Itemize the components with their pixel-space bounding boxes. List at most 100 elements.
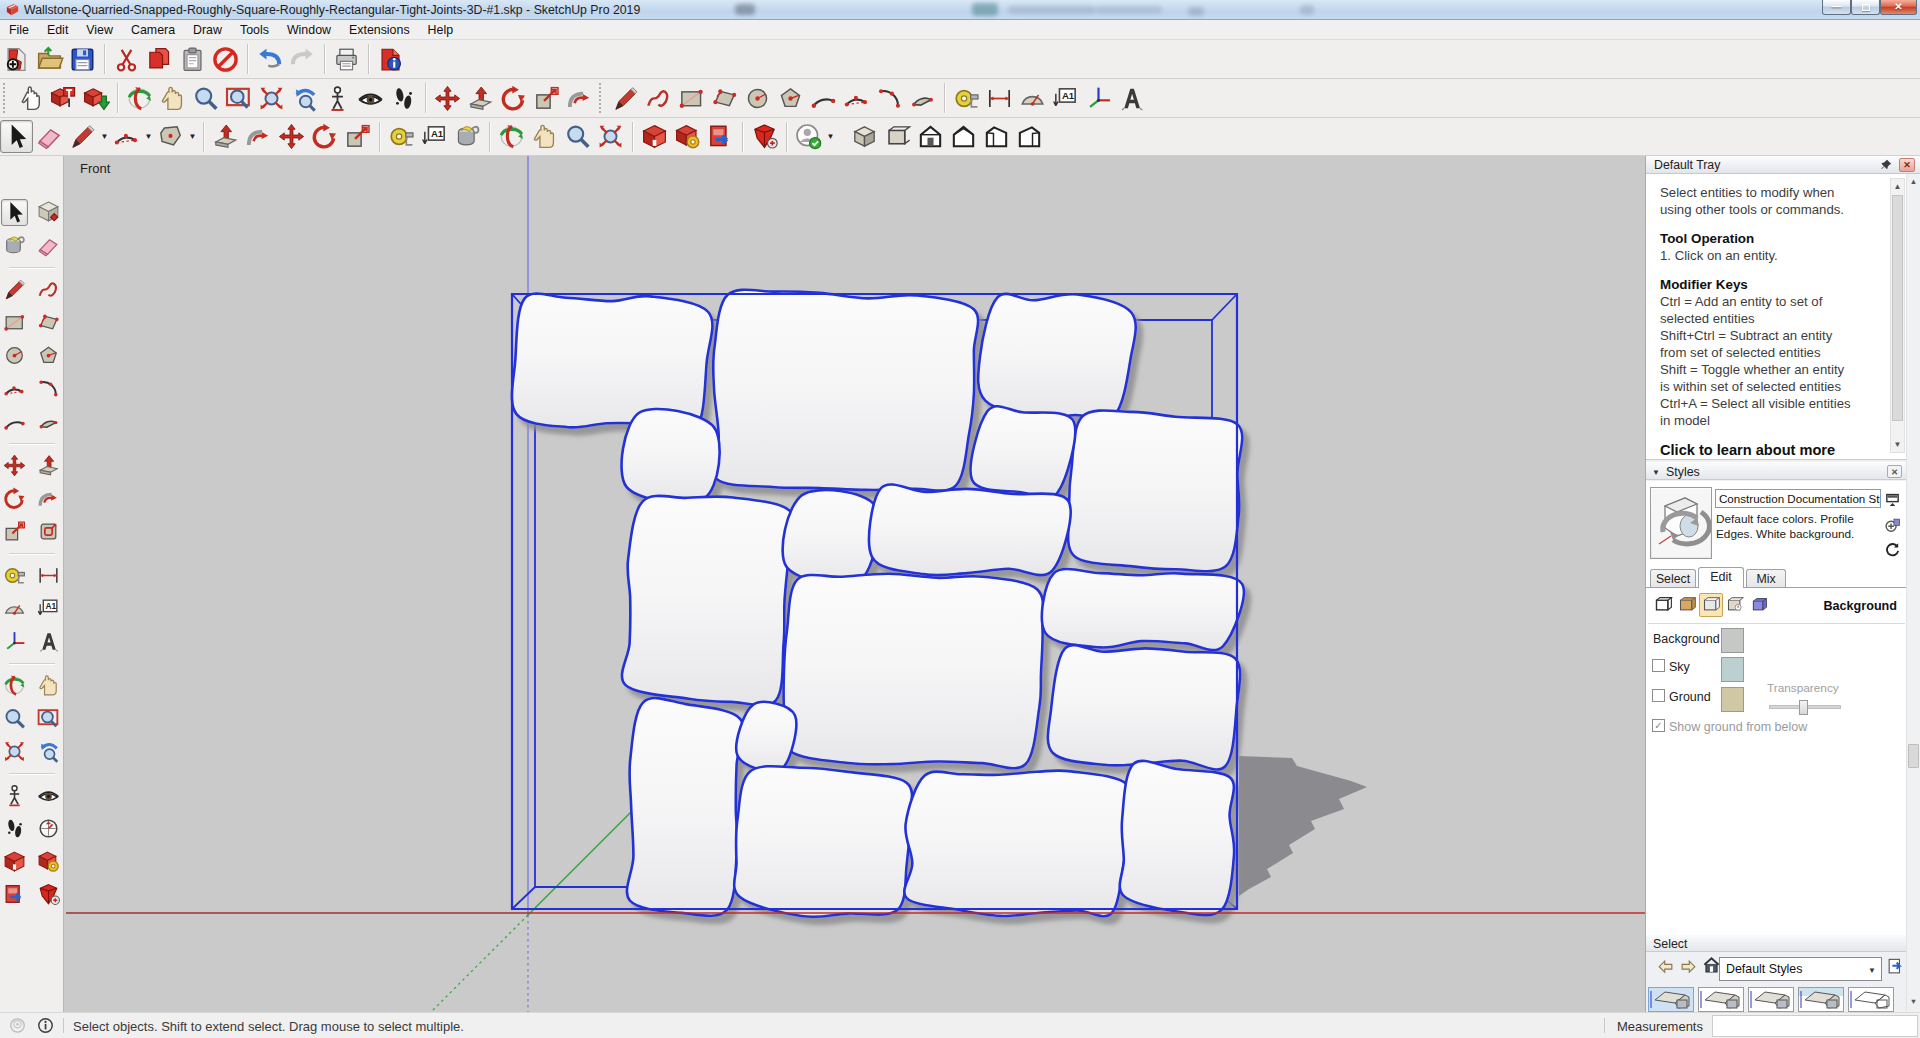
pan-icon[interactable] <box>156 82 189 115</box>
paste-icon[interactable] <box>176 43 209 76</box>
tray-header[interactable]: Default Tray ✕ <box>1646 156 1920 174</box>
orbit-icon[interactable] <box>1 672 28 699</box>
arc-icon[interactable] <box>807 82 840 115</box>
view-left-icon[interactable] <box>980 120 1013 153</box>
view-right-icon[interactable] <box>1013 120 1046 153</box>
warehouse-3d-icon[interactable] <box>638 120 671 153</box>
push-pull-icon[interactable] <box>464 82 497 115</box>
background-color-swatch[interactable] <box>1721 628 1744 653</box>
nav-forward-icon[interactable] <box>1679 958 1698 977</box>
measurements-input[interactable] <box>1712 1015 1918 1037</box>
view-back-icon[interactable] <box>947 120 980 153</box>
tape-measure-icon[interactable] <box>1 562 28 589</box>
zoom-icon[interactable] <box>189 82 222 115</box>
orbit-icon[interactable] <box>495 120 528 153</box>
pie-icon[interactable] <box>35 408 62 435</box>
zoom-previous-icon[interactable] <box>288 82 321 115</box>
tray-scroll-up-icon[interactable]: ▲ <box>1908 176 1919 188</box>
undo-icon[interactable] <box>253 43 286 76</box>
menu-file[interactable]: File <box>0 21 38 39</box>
style-details-icon[interactable] <box>1886 957 1905 976</box>
two-point-arc-icon[interactable] <box>110 120 143 153</box>
menu-tools[interactable]: Tools <box>231 21 278 39</box>
tray-scroll-down-icon[interactable]: ▼ <box>1908 996 1919 1008</box>
dropdown-arrow-icon[interactable]: ▼ <box>99 120 110 153</box>
tray-scroll-thumb[interactable] <box>1908 744 1919 768</box>
rotated-rectangle-icon[interactable] <box>35 309 62 336</box>
scroll-up-icon[interactable]: ▲ <box>1891 180 1904 193</box>
styles-collection-dropdown[interactable]: Default Styles ▼ <box>1719 957 1882 981</box>
stone[interactable] <box>783 490 879 585</box>
look-around-icon[interactable] <box>35 782 62 809</box>
axes-icon[interactable] <box>1 628 28 655</box>
rotate-icon[interactable] <box>1 485 28 512</box>
tab-select[interactable]: Select <box>1650 569 1696 587</box>
pie-icon[interactable] <box>906 82 939 115</box>
print-icon[interactable] <box>330 43 363 76</box>
select-icon[interactable] <box>0 120 33 153</box>
stone[interactable] <box>971 406 1076 498</box>
claim-status-icon[interactable] <box>36 1016 55 1035</box>
line-icon[interactable] <box>609 82 642 115</box>
sky-color-swatch[interactable] <box>1721 657 1744 682</box>
hand-pointer-icon[interactable] <box>13 82 46 115</box>
component-add-icon[interactable] <box>35 881 62 908</box>
make-component-icon[interactable] <box>35 199 62 226</box>
show-ground-checkbox[interactable]: ✓ <box>1652 719 1665 732</box>
zoom-icon[interactable] <box>561 120 594 153</box>
rotated-rectangle-icon[interactable] <box>708 82 741 115</box>
component-add-icon[interactable] <box>748 120 781 153</box>
look-around-icon[interactable] <box>354 82 387 115</box>
rotate-icon[interactable] <box>308 120 341 153</box>
style-thumbnail[interactable] <box>1748 987 1794 1012</box>
collapse-arrow-icon[interactable]: ▼ <box>1652 468 1660 477</box>
layout-icon[interactable] <box>704 120 737 153</box>
push-pull-icon[interactable] <box>35 452 62 479</box>
erase-all-icon[interactable] <box>209 43 242 76</box>
menu-edit[interactable]: Edit <box>38 21 77 39</box>
stone[interactable] <box>1048 645 1240 769</box>
pan-icon[interactable] <box>35 672 62 699</box>
stone[interactable] <box>622 496 794 706</box>
tape-measure-icon[interactable] <box>385 120 418 153</box>
dimension-icon[interactable] <box>983 82 1016 115</box>
zoom-window-icon[interactable] <box>222 82 255 115</box>
turn-around-icon[interactable] <box>35 815 62 842</box>
component-green-icon[interactable] <box>79 82 112 115</box>
stone[interactable] <box>622 409 720 503</box>
polygon-icon[interactable] <box>35 342 62 369</box>
stone[interactable] <box>736 702 796 772</box>
stone[interactable] <box>1120 761 1234 915</box>
orbit-icon[interactable] <box>123 82 156 115</box>
text-icon[interactable]: A1 <box>1049 82 1082 115</box>
rectangle-icon[interactable] <box>675 82 708 115</box>
stone[interactable] <box>978 294 1136 420</box>
copy-icon[interactable] <box>143 43 176 76</box>
follow-me-icon[interactable] <box>242 120 275 153</box>
watermark-settings-icon[interactable] <box>1723 593 1747 617</box>
create-new-style-icon[interactable] <box>1884 517 1901 534</box>
text-icon[interactable]: A1 <box>418 120 451 153</box>
dropdown-arrow-icon[interactable]: ▼ <box>143 120 154 153</box>
nav-back-icon[interactable] <box>1656 958 1675 977</box>
menu-draw[interactable]: Draw <box>184 21 231 39</box>
protractor-icon[interactable] <box>1 595 28 622</box>
offset-icon[interactable] <box>35 518 62 545</box>
instructor-link[interactable]: Click to learn about more <box>1660 441 1883 459</box>
style-thumbnail[interactable] <box>1798 987 1844 1012</box>
menu-camera[interactable]: Camera <box>122 21 184 39</box>
follow-me-icon[interactable] <box>35 485 62 512</box>
dropdown-arrow-icon[interactable]: ▼ <box>825 120 836 153</box>
stone[interactable] <box>1042 569 1244 650</box>
transparency-slider[interactable] <box>1769 705 1841 709</box>
arc-icon[interactable] <box>1 408 28 435</box>
slider-thumb[interactable] <box>1799 700 1808 715</box>
two-point-arc-icon[interactable] <box>1 375 28 402</box>
extension-warehouse-icon[interactable] <box>35 848 62 875</box>
stone[interactable] <box>627 698 743 916</box>
menu-help[interactable]: Help <box>419 21 462 39</box>
paint-bucket-icon[interactable] <box>1 232 28 259</box>
freehand-icon[interactable] <box>642 82 675 115</box>
zoom-extents-icon[interactable] <box>255 82 288 115</box>
move-icon[interactable] <box>275 120 308 153</box>
